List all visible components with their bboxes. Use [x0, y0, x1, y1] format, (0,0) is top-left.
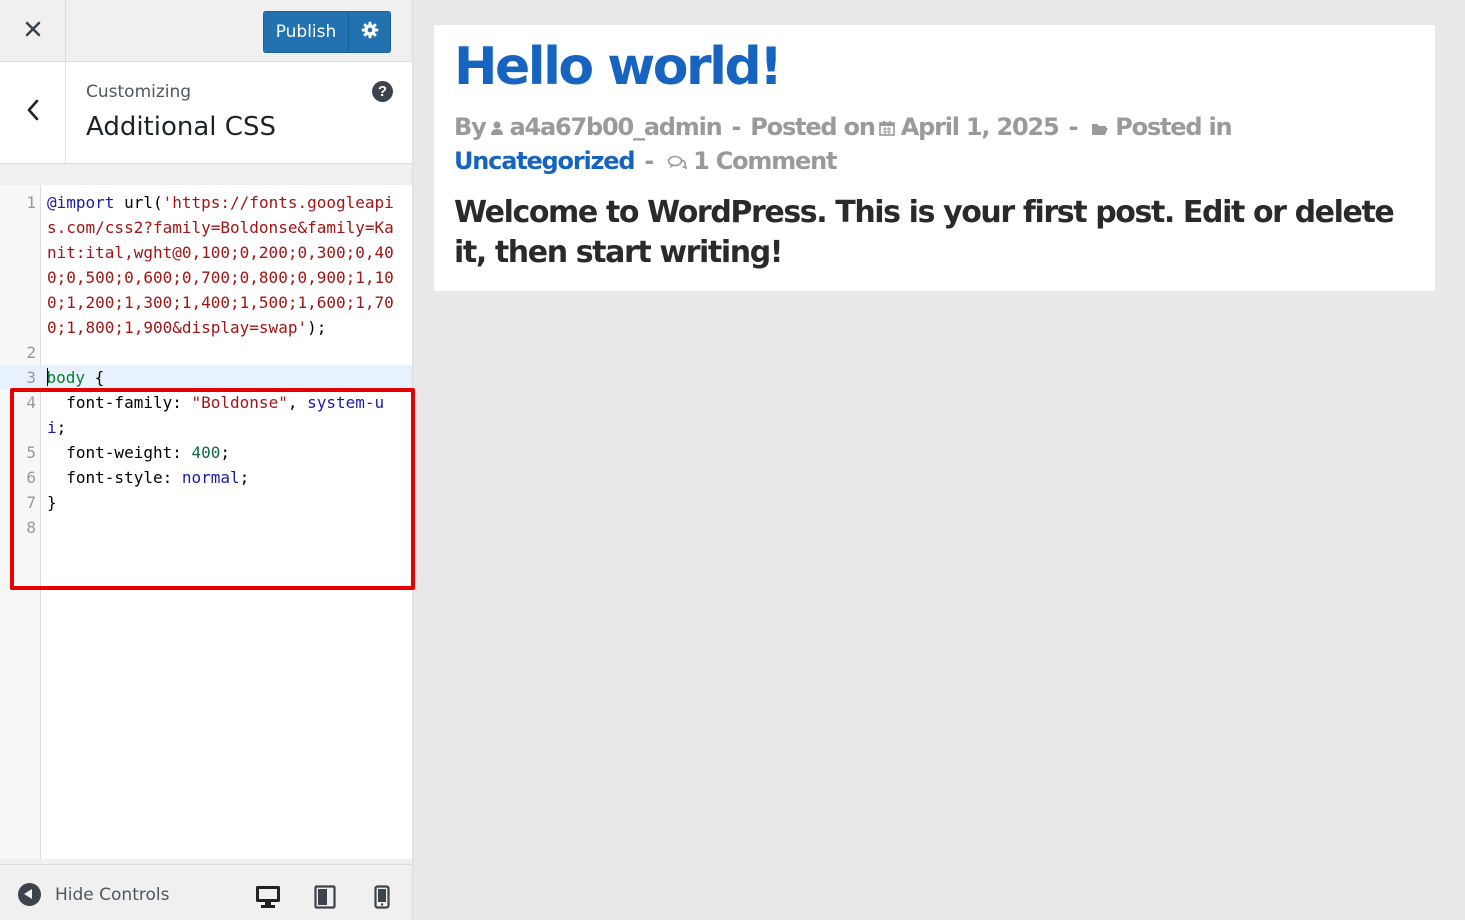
code-line-content: [41, 340, 401, 365]
code-line-content: }: [41, 490, 401, 515]
category-link[interactable]: Uncategorized: [454, 147, 636, 175]
close-button[interactable]: [0, 0, 66, 62]
tablet-icon: [314, 884, 336, 914]
meta-separator: -: [731, 113, 742, 141]
mobile-icon: [374, 884, 390, 914]
meta-separator: -: [644, 147, 654, 175]
post-meta: By a4a67b00_admin - Posted on April 1, 2025-…: [454, 111, 1354, 179]
back-button[interactable]: [0, 62, 66, 163]
site-preview: Hello world! By a4a67b00_admin - Posted on A…: [434, 25, 1435, 291]
code-token: font-weight:: [47, 443, 192, 462]
code-token: );: [307, 318, 327, 337]
publish-button[interactable]: Publish: [263, 11, 349, 53]
folder-open-icon: [1091, 112, 1109, 145]
hide-controls-button[interactable]: Hide Controls: [18, 883, 169, 906]
collapse-arrow-icon: [18, 883, 41, 906]
meta-posted-on: Posted on: [750, 113, 876, 141]
gear-icon: [361, 21, 379, 44]
meta-author[interactable]: a4a67b00_admin: [510, 113, 723, 141]
post-title-link[interactable]: Hello world!: [454, 37, 783, 97]
code-token: {: [85, 368, 105, 387]
desktop-preview-button[interactable]: [254, 885, 282, 913]
code-token: 400: [191, 443, 221, 462]
code-line: 5 font-weight: 400;: [0, 440, 412, 465]
meta-by: By: [454, 113, 487, 141]
customizer-sidebar: Publish Customizing Additional CSS ? 1 @…: [0, 0, 415, 920]
line-number: 1: [26, 193, 36, 212]
code-token: normal: [181, 468, 240, 487]
customizer-footer: Hide Controls: [0, 864, 412, 920]
code-token: ,: [287, 393, 308, 412]
section-title: Additional CSS: [86, 112, 276, 142]
publish-group: Publish: [263, 11, 391, 53]
code-line-content: font-family: "Boldonse", system-ui;: [41, 390, 401, 440]
code-token: font-style:: [47, 468, 182, 487]
comments-icon: [667, 146, 688, 179]
code-token: @import: [47, 193, 115, 212]
code-token: url(: [124, 193, 163, 212]
code-token: "Boldonse": [191, 393, 288, 412]
code-line: 2: [0, 340, 412, 365]
section-header: Customizing Additional CSS ?: [0, 62, 412, 164]
mobile-preview-button[interactable]: [368, 884, 396, 914]
code-token: 'https://fonts.googleapis.com/css2?famil…: [47, 193, 394, 337]
code-line-content: font-style: normal;: [41, 465, 401, 490]
line-number: 6: [26, 468, 36, 487]
publish-settings-button[interactable]: [349, 11, 391, 53]
code-line-active: 3 body {: [0, 365, 412, 390]
line-number: 5: [26, 443, 36, 462]
code-lines: 1 @import url('https://fonts.googleapis.…: [0, 190, 412, 540]
code-token: ;: [239, 468, 250, 487]
code-line: 8: [0, 515, 412, 540]
code-token: ;: [56, 418, 67, 437]
meta-date[interactable]: April 1, 2025: [901, 113, 1060, 141]
hide-controls-label: Hide Controls: [55, 884, 170, 905]
code-line: 4 font-family: "Boldonse", system-ui;: [0, 390, 412, 440]
code-line-content: font-weight: 400;: [41, 440, 401, 465]
code-token: ;: [220, 443, 231, 462]
code-token: font-family:: [47, 393, 192, 412]
meta-posted-in: Posted in: [1115, 113, 1232, 141]
line-number: 4: [26, 393, 36, 412]
code-token: body: [46, 368, 86, 387]
close-icon: [25, 21, 41, 42]
calendar-icon: [878, 112, 895, 145]
css-code-editor[interactable]: 1 @import url('https://fonts.googleapis.…: [0, 184, 412, 859]
code-line-content: [41, 515, 401, 540]
customizer-header: Publish: [0, 0, 412, 62]
line-number: 8: [26, 518, 36, 537]
tablet-preview-button[interactable]: [311, 884, 339, 914]
meta-comments-link[interactable]: 1 Comment: [693, 147, 837, 175]
desktop-icon: [255, 885, 281, 914]
meta-separator: -: [1068, 113, 1079, 141]
code-line-content: @import url('https://fonts.googleapis.co…: [41, 190, 401, 340]
code-line: 1 @import url('https://fonts.googleapis.…: [0, 190, 412, 340]
section-subtitle: Customizing: [86, 82, 192, 102]
chevron-left-icon: [26, 99, 40, 126]
line-number: 3: [26, 368, 36, 387]
line-number: 2: [26, 343, 36, 362]
help-icon[interactable]: ?: [372, 81, 393, 102]
code-token: }: [47, 493, 57, 512]
post-content: Welcome to WordPress. This is your first…: [454, 195, 1395, 270]
code-line: 7 }: [0, 490, 412, 515]
code-line-content: body {: [41, 365, 401, 390]
line-number: 7: [26, 493, 36, 512]
user-icon: [490, 112, 504, 145]
code-line: 6 font-style: normal;: [0, 465, 412, 490]
